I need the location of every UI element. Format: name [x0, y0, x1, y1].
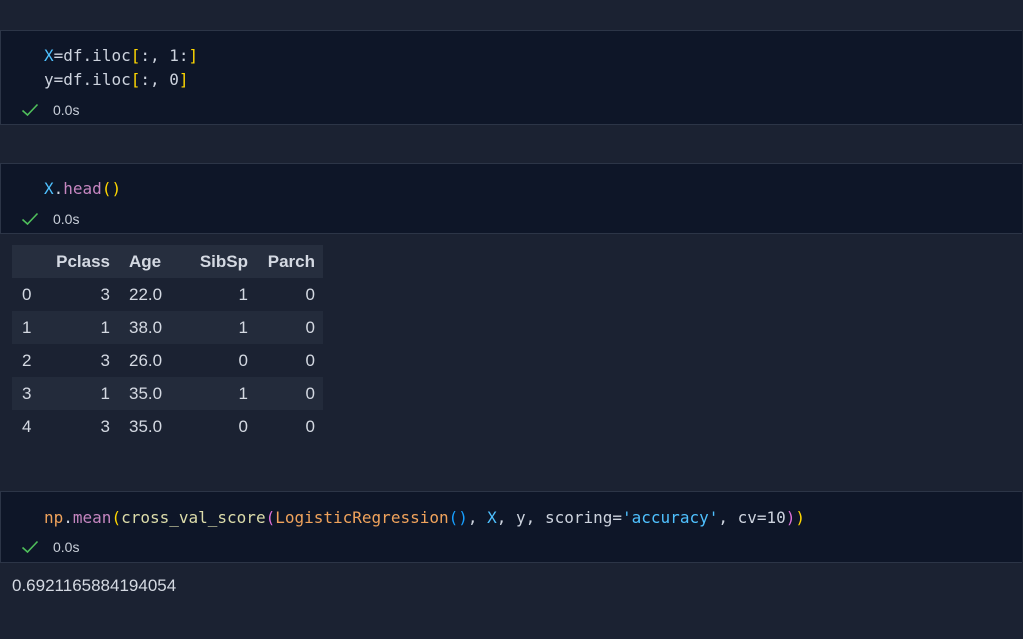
code-line[interactable]: y=df.iloc[:, 0]	[44, 70, 189, 90]
code-token: (	[111, 508, 122, 527]
row-index: 3	[22, 383, 32, 403]
execution-time: 0.0s	[53, 102, 80, 118]
cell-sibsp: 0	[238, 350, 248, 370]
execution-status: 0.0s	[21, 210, 79, 228]
code-token: 1	[169, 46, 179, 65]
dataframe-output-table: Pclass Age SibSp Parch 0 3 22.0 1 0 1 1 …	[12, 245, 323, 443]
row-index: 0	[22, 284, 32, 304]
code-token: ,	[467, 508, 488, 527]
cell-pclass: 3	[100, 416, 110, 436]
execution-status: 0.0s	[21, 538, 79, 556]
row-index: 1	[22, 317, 32, 337]
row-index: 4	[22, 416, 32, 436]
code-token: =	[53, 46, 64, 65]
code-cell-3[interactable]: np.mean(cross_val_score(LogisticRegressi…	[0, 491, 1022, 563]
code-token: 'accuracy'	[622, 508, 719, 527]
cell-age: 35.0	[129, 416, 163, 436]
code-token: [	[130, 70, 141, 89]
check-icon	[21, 103, 39, 117]
code-cell-2[interactable]: X.head() 0.0s	[0, 163, 1022, 234]
code-token: :,	[140, 70, 170, 89]
code-token: , cv=10	[718, 508, 786, 527]
code-token: ()	[101, 179, 122, 198]
code-token: ]	[178, 70, 189, 89]
cell-pclass: 1	[100, 317, 110, 337]
index-header	[12, 245, 52, 278]
table-row: 4 3 35.0 0 0	[12, 410, 323, 443]
column-header: Pclass	[56, 251, 110, 271]
table-row: 0 3 22.0 1 0	[12, 278, 323, 311]
cell-age: 35.0	[129, 383, 163, 403]
cell-parch: 0	[305, 416, 315, 436]
cell-sibsp: 1	[238, 383, 248, 403]
check-icon	[21, 540, 39, 554]
code-token: X	[44, 46, 54, 65]
code-token: X	[44, 179, 54, 198]
execution-time: 0.0s	[53, 539, 80, 555]
row-index: 2	[22, 350, 32, 370]
code-token: ]	[188, 46, 199, 65]
cell-parch: 0	[305, 284, 315, 304]
column-header: Age	[129, 251, 162, 271]
code-token: df.iloc	[63, 70, 131, 89]
cell-pclass: 3	[100, 350, 110, 370]
column-header: SibSp	[199, 251, 248, 271]
code-token: ()	[448, 508, 468, 527]
execution-status: 0.0s	[21, 101, 79, 119]
code-token: y	[44, 70, 54, 89]
table-header-row: Pclass Age SibSp Parch	[12, 245, 323, 278]
cell-parch: 0	[305, 383, 315, 403]
code-line[interactable]: np.mean(cross_val_score(LogisticRegressi…	[44, 508, 805, 528]
cell-age: 26.0	[129, 350, 163, 370]
cell-sibsp: 1	[238, 317, 248, 337]
code-token: (	[265, 508, 276, 527]
code-token: df.iloc	[63, 46, 131, 65]
code-line[interactable]: X=df.iloc[:, 1:]	[44, 46, 198, 66]
table-row: 3 1 35.0 1 0	[12, 377, 323, 410]
code-token: .	[53, 179, 64, 198]
code-token: .	[63, 508, 73, 527]
code-token: head	[63, 179, 102, 198]
cell-parch: 0	[305, 350, 315, 370]
cell-pclass: 1	[100, 383, 110, 403]
table-row: 2 3 26.0 0 0	[12, 344, 323, 377]
cell-age: 22.0	[129, 284, 163, 304]
execution-time: 0.0s	[53, 211, 80, 227]
table-row: 1 1 38.0 1 0	[12, 311, 323, 344]
code-token: )	[795, 508, 806, 527]
code-token: 0	[169, 70, 179, 89]
code-token: X	[487, 508, 497, 527]
code-line[interactable]: X.head()	[44, 179, 121, 199]
code-token: cross_val_score	[121, 508, 266, 527]
check-icon	[21, 212, 39, 226]
column-header: Parch	[267, 251, 315, 271]
cell-pclass: 3	[100, 284, 110, 304]
code-token: LogisticRegression	[275, 508, 449, 527]
code-token: =	[53, 70, 64, 89]
code-token: )	[785, 508, 796, 527]
cell-sibsp: 1	[238, 284, 248, 304]
code-cell-1[interactable]: X=df.iloc[:, 1:] y=df.iloc[:, 0] 0.0s	[0, 30, 1022, 125]
cell-age: 38.0	[129, 317, 163, 337]
code-token: :,	[140, 46, 170, 65]
code-token: np	[44, 508, 64, 527]
cell-sibsp: 0	[238, 416, 248, 436]
cell-output-value: 0.6921165884194054	[12, 576, 177, 595]
cell-parch: 0	[305, 317, 315, 337]
code-token: , y, scoring=	[496, 508, 623, 527]
code-token: [	[130, 46, 141, 65]
code-token: mean	[72, 508, 112, 527]
code-token: :	[178, 46, 189, 65]
